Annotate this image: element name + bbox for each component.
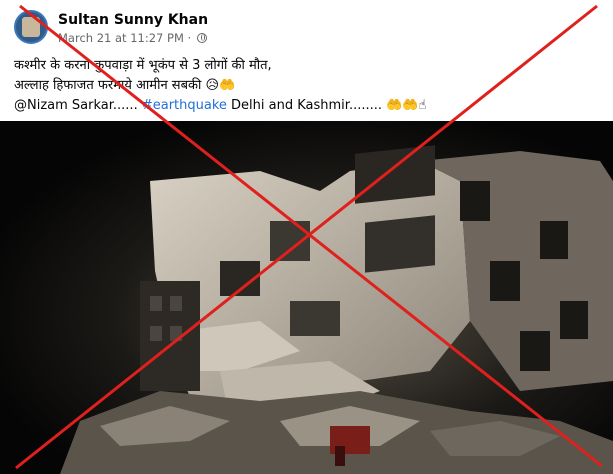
post-text-line-3-rest: Delhi and Kashmir........ 🤲🤲☝ (231, 98, 427, 113)
post-meta: March 21 at 11:27 PM · (58, 31, 207, 45)
author-name[interactable]: Sultan Sunny Khan (58, 12, 208, 28)
post-text-line-1: कश्मीर के करना कुपवाड़ा में भूकंप से 3 ल… (14, 58, 272, 73)
facebook-post: Sultan Sunny Khan March 21 at 11:27 PM ·… (0, 0, 613, 474)
post-text-line-3: @Nizam Sarkar...... #earthquake Delhi an… (14, 96, 594, 116)
avatar[interactable] (14, 10, 48, 44)
post-photo[interactable] (0, 121, 613, 474)
post-timestamp[interactable]: March 21 at 11:27 PM (58, 31, 184, 45)
post-text: कश्मीर के करना कुपवाड़ा में भूकंप से 3 ल… (14, 56, 594, 116)
collapsed-building-image (0, 121, 613, 474)
mention-link[interactable]: @Nizam Sarkar...... (14, 98, 138, 113)
globe-icon (196, 33, 207, 43)
post-text-line-2: अल्लाह हिफाजत फरमाये आमीन सबकी 😥🤲 (14, 78, 236, 93)
meta-separator: · (187, 31, 192, 45)
hashtag-link[interactable]: #earthquake (142, 98, 227, 113)
